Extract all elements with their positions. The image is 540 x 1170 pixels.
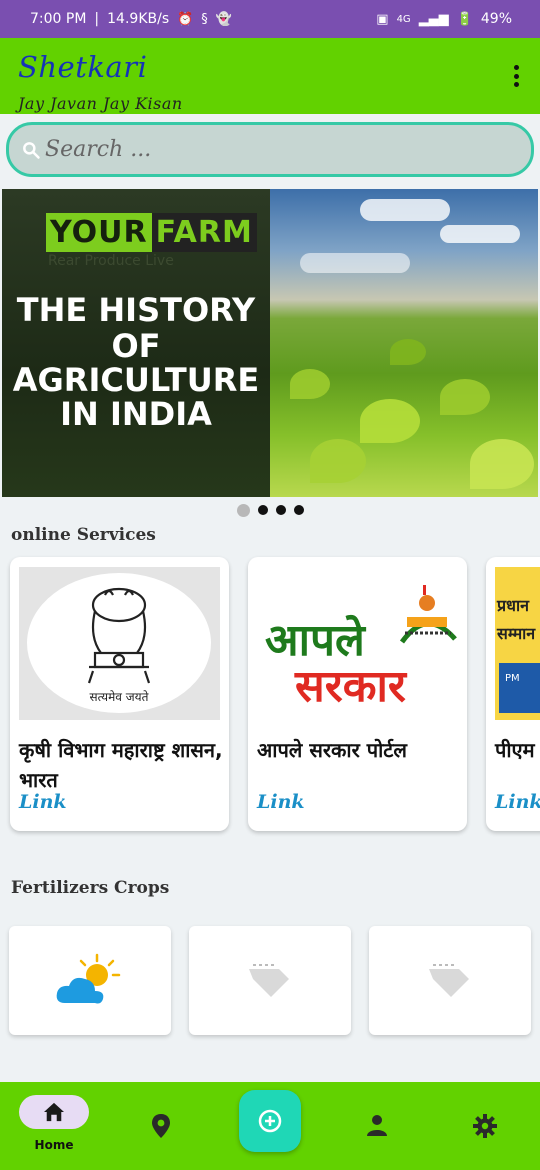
banner-carousel[interactable]: YOUR FARM Rear Produce Live THE HISTORY … (2, 189, 538, 497)
logo-line-1: प्रधान (496, 596, 530, 615)
logo-line-2: सरकार (294, 661, 408, 712)
battery-icon: 🔋 (456, 11, 473, 27)
crop-card[interactable] (189, 926, 351, 1035)
add-fab-button[interactable] (239, 1090, 301, 1152)
carousel-dot[interactable] (236, 504, 250, 517)
brand-logo: YOUR FARM (46, 213, 257, 252)
online-services-list[interactable]: सत्यमेव जयते कृषी विभाग महाराष्ट्र शासन,… (0, 555, 540, 840)
fertilizers-crops-title: Fertilizers Crops (11, 878, 170, 898)
banner-headline-4: IN INDIA (60, 395, 212, 433)
nav-profile[interactable] (327, 1082, 427, 1170)
battery-level: 49% (480, 11, 512, 27)
status-bar: 7:00 PM | 14.9KB/s ⏰ § 👻 ▣ 4G ▂▄▆ 🔋 49% (0, 0, 540, 38)
service-card[interactable]: सत्यमेव जयते कृषी विभाग महाराष्ट्र शासन,… (10, 557, 229, 831)
service-name: कृषी विभाग महाराष्ट्र शासन, भारत (19, 738, 223, 792)
banner-headline-3: AGRICULTURE (12, 361, 260, 399)
broken-image-icon (429, 963, 469, 997)
person-icon (367, 1115, 387, 1136)
crop-card[interactable] (369, 926, 531, 1035)
alarm-icon: ⏰ (177, 11, 194, 27)
home-icon (44, 1102, 64, 1122)
settings-icon (473, 1114, 497, 1138)
nav-settings[interactable] (435, 1082, 535, 1170)
nav-location[interactable] (111, 1082, 211, 1170)
svg-text:PM: PM (505, 673, 520, 684)
broken-image-icon (249, 963, 289, 997)
snapchat-icon: 👻 (215, 11, 232, 27)
location-icon (152, 1114, 170, 1138)
service-name: आपले सरकार पोर्टल (257, 738, 407, 762)
add-circle-icon (258, 1109, 282, 1133)
emblem-caption: सत्यमेव जयते (90, 690, 150, 704)
carousel-dot[interactable] (275, 505, 286, 515)
signal-icon: ▂▄▆ (418, 11, 449, 27)
weather-icon (56, 953, 121, 1003)
banner-headline-1: THE HISTORY (16, 291, 256, 329)
online-services-title: online Services (11, 525, 156, 545)
service-card[interactable]: आपले सरकार आपले सरकार पोर्टल Link (248, 557, 467, 831)
emblem-of-india-image: सत्यमेव जयते (19, 567, 220, 720)
crop-card[interactable] (9, 926, 171, 1035)
search-bar[interactable] (6, 122, 534, 177)
app-title: Shetkari (18, 50, 148, 84)
carousel-dot[interactable] (257, 505, 268, 515)
carousel-indicator[interactable] (0, 504, 540, 517)
service-link[interactable]: Link (19, 791, 67, 813)
logo-line-1: आपले (265, 614, 367, 666)
service-link[interactable]: Link (495, 791, 540, 813)
service-name: पीएम निधी (495, 738, 540, 762)
banner-left-panel: YOUR FARM Rear Produce Live THE HISTORY … (2, 189, 270, 497)
logo-line-2: सम्मान (496, 624, 536, 643)
status-net-speed: 14.9KB/s (107, 11, 170, 27)
status-time: 7:00 PM (30, 11, 87, 27)
signal-type: 4G (396, 13, 411, 25)
banner-headline-2: OF (111, 327, 161, 365)
aaple-sarkar-logo-image: आपले सरकार (257, 567, 458, 720)
nav-home[interactable]: Home (4, 1082, 104, 1170)
app-bar: Shetkari Jay Javan Jay Kisan (0, 38, 540, 114)
service-card[interactable]: प्रधान सम्मान PM पीएम निधी Link (486, 557, 540, 831)
search-icon (23, 141, 40, 159)
farm-field-image (270, 189, 538, 497)
app-subtitle: Jay Javan Jay Kisan (18, 94, 183, 113)
volte-icon: ▣ (376, 11, 389, 27)
brand-tagline: Rear Produce Live (48, 253, 174, 269)
service-link[interactable]: Link (257, 791, 305, 813)
search-input[interactable] (45, 137, 505, 162)
pm-kisan-logo-image: प्रधान सम्मान PM (495, 567, 540, 720)
notification-icon: § (201, 11, 208, 27)
carousel-dot[interactable] (293, 505, 304, 515)
more-vert-icon[interactable] (512, 65, 520, 87)
nav-home-label: Home (34, 1138, 74, 1152)
